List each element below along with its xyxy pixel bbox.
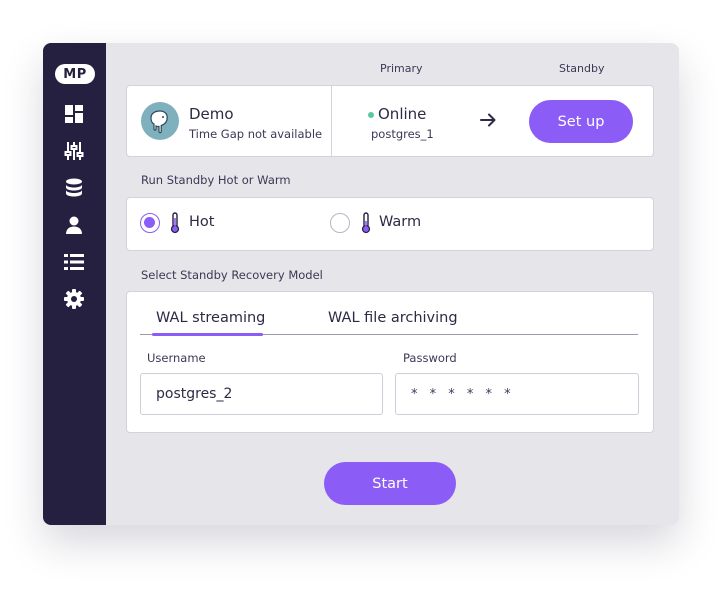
warm-label[interactable]: Warm [379, 214, 421, 230]
password-field[interactable]: * * * * * * [395, 373, 639, 415]
card-divider [331, 86, 332, 156]
recovery-heading: Select Standby Recovery Model [141, 268, 323, 282]
sidebar: MP [43, 43, 106, 525]
setup-standby-button[interactable]: Set up [529, 100, 633, 143]
app-window: MP Primary Standby Demo Time Gap not ava… [43, 43, 679, 525]
username-label: Username [147, 351, 206, 365]
standby-column-label: Standby [559, 62, 605, 75]
password-label: Password [403, 351, 457, 365]
main-panel: Primary Standby Demo Time Gap not availa… [106, 43, 679, 525]
primary-column-label: Primary [380, 62, 423, 75]
tab-wal-file-archiving[interactable]: WAL file archiving [328, 310, 458, 326]
mode-card: Hot Warm [126, 197, 654, 251]
thermometer-hot-icon [170, 212, 180, 234]
status-dot [368, 112, 374, 118]
cluster-card: Demo Time Gap not available Online postg… [126, 85, 654, 157]
dashboard-icon[interactable] [63, 103, 85, 125]
primary-host: postgres_1 [371, 127, 434, 141]
arrow-right-icon [480, 113, 496, 127]
thermometer-warm-icon [361, 212, 371, 234]
database-icon[interactable] [63, 177, 85, 199]
app-logo: MP [55, 64, 95, 84]
user-icon[interactable] [63, 214, 85, 236]
hot-label[interactable]: Hot [189, 214, 214, 230]
sliders-icon[interactable] [63, 140, 85, 162]
username-field[interactable]: postgres_2 [140, 373, 383, 415]
active-tab-indicator [152, 333, 263, 336]
list-icon[interactable] [63, 251, 85, 273]
hot-radio[interactable] [140, 213, 160, 233]
mode-heading: Run Standby Hot or Warm [141, 173, 291, 187]
recovery-card: WAL streaming WAL file archiving Usernam… [126, 291, 654, 433]
time-gap-text: Time Gap not available [189, 127, 323, 141]
primary-status: Online [378, 105, 427, 123]
start-button[interactable]: Start [324, 462, 456, 505]
postgres-elephant-icon [141, 102, 179, 140]
warm-radio[interactable] [330, 213, 350, 233]
database-name: Demo [189, 105, 234, 123]
gear-icon[interactable] [63, 288, 85, 310]
tab-wal-streaming[interactable]: WAL streaming [156, 310, 265, 326]
